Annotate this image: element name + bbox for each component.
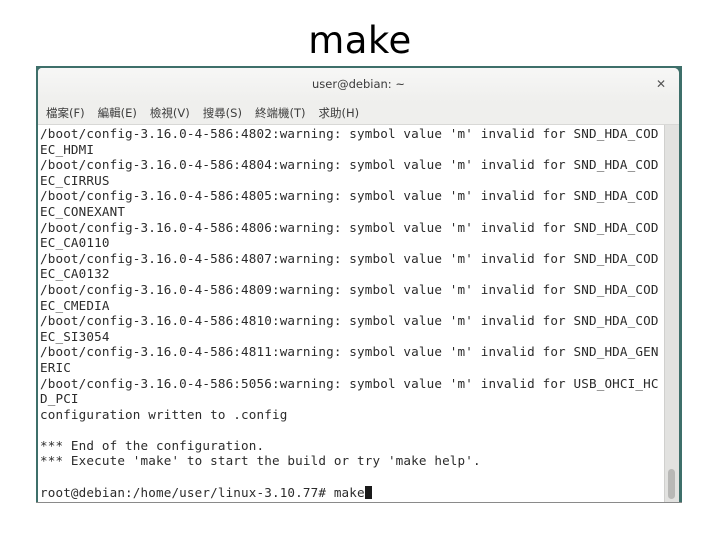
- terminal-line: /boot/config-3.16.0-4-586:4802:warning: …: [40, 126, 659, 141]
- menu-help[interactable]: 求助(H): [318, 105, 359, 121]
- terminal-line: /boot/config-3.16.0-4-586:4811:warning: …: [40, 344, 659, 360]
- terminal-line: EC_CA0110: [40, 235, 110, 251]
- vertical-scrollbar[interactable]: [664, 125, 679, 502]
- menu-file[interactable]: 檔案(F): [46, 105, 85, 121]
- terminal-line: EC_HDMI: [40, 141, 95, 157]
- divider: [36, 502, 682, 503]
- menu-search[interactable]: 搜尋(S): [203, 105, 242, 121]
- menu-edit[interactable]: 編輯(E): [98, 105, 137, 121]
- terminal-window: user@debian: ~ ✕ 檔案(F) 編輯(E) 檢視(V) 搜尋(S)…: [36, 66, 682, 502]
- terminal-line: EC_CA0132: [40, 266, 110, 282]
- terminal-line: ERIC: [40, 359, 71, 375]
- terminal-line: /boot/config-3.16.0-4-586:4806:warning: …: [40, 219, 659, 235]
- terminal-line: /boot/config-3.16.0-4-586:4810:warning: …: [40, 313, 659, 329]
- terminal-line: EC_CIRRUS: [40, 172, 110, 188]
- menu-view[interactable]: 檢視(V): [150, 105, 190, 121]
- terminal-line: *** End of the configuration.: [40, 437, 265, 453]
- menu-terminal[interactable]: 終端機(T): [255, 105, 306, 121]
- terminal-line: *** Execute 'make' to start the build or…: [40, 453, 481, 469]
- typed-command: make: [333, 484, 365, 500]
- terminal-line: D_PCI: [40, 391, 79, 407]
- prompt-line[interactable]: root@debian:/home/user/linux-3.10.77# ma…: [40, 485, 665, 501]
- terminal-line: EC_CMEDIA: [40, 297, 110, 313]
- close-button[interactable]: ✕: [653, 76, 669, 92]
- slide-title: make: [308, 19, 412, 62]
- terminal-line: configuration written to .config: [40, 406, 288, 422]
- terminal-line: /boot/config-3.16.0-4-586:4804:warning: …: [40, 157, 659, 173]
- menu-bar: 檔案(F) 編輯(E) 檢視(V) 搜尋(S) 終端機(T) 求助(H): [38, 102, 679, 125]
- terminal-line: EC_CONEXANT: [40, 203, 126, 219]
- terminal-line: /boot/config-3.16.0-4-586:4805:warning: …: [40, 188, 659, 204]
- window-title: user@debian: ~: [312, 77, 405, 91]
- text-cursor: [364, 485, 372, 499]
- window-body: user@debian: ~ ✕ 檔案(F) 編輯(E) 檢視(V) 搜尋(S)…: [38, 68, 679, 502]
- terminal-line: /boot/config-3.16.0-4-586:4809:warning: …: [40, 281, 659, 297]
- shell-prompt: root@debian:/home/user/linux-3.10.77#: [40, 484, 334, 500]
- terminal-line: EC_SI3054: [40, 328, 110, 344]
- close-icon: ✕: [655, 77, 667, 91]
- terminal-output[interactable]: /boot/config-3.16.0-4-586:4802:warning: …: [38, 125, 665, 502]
- scrollbar-thumb[interactable]: [668, 469, 675, 499]
- title-bar[interactable]: user@debian: ~ ✕: [38, 68, 679, 102]
- terminal-line: /boot/config-3.16.0-4-586:4807:warning: …: [40, 250, 659, 266]
- terminal-line: /boot/config-3.16.0-4-586:5056:warning: …: [40, 375, 659, 391]
